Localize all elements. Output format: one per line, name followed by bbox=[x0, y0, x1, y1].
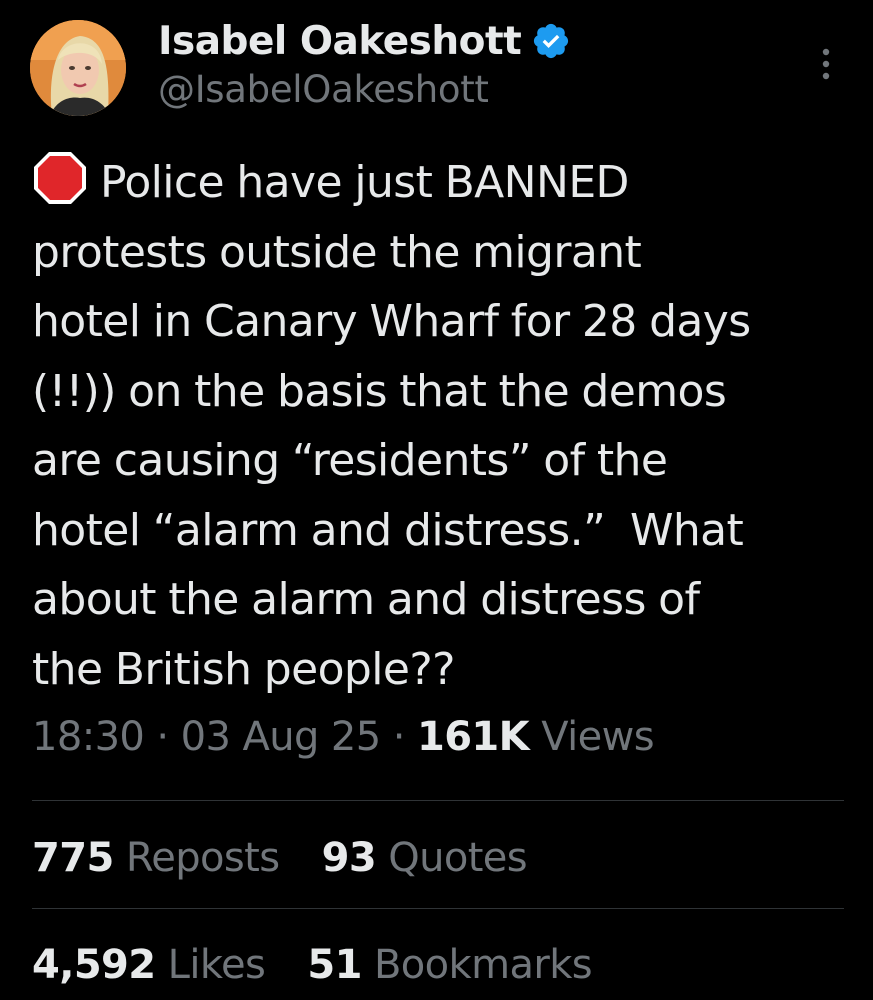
author-handle[interactable]: @IsabelOakeshott bbox=[158, 68, 571, 111]
views-label: Views bbox=[541, 714, 654, 760]
tweet-text-line: Police have just BANNED bbox=[32, 148, 842, 218]
profile-photo-icon bbox=[30, 20, 126, 116]
likes-label: Likes bbox=[167, 942, 266, 988]
likes-stat[interactable]: 4,592 Likes bbox=[32, 942, 266, 988]
tweet-text-line-1: protests outside the migrant bbox=[32, 226, 642, 278]
bookmarks-label: Bookmarks bbox=[373, 942, 593, 988]
reposts-label: Reposts bbox=[125, 835, 280, 881]
avatar[interactable] bbox=[30, 20, 126, 116]
tweet-text-line-4: are causing “residents” of the bbox=[32, 435, 668, 486]
more-options-icon[interactable] bbox=[820, 44, 832, 84]
tweet-meta: 18:30 · 03 Aug 25 · 161K Views bbox=[32, 714, 655, 760]
reposts-stat[interactable]: 775 Reposts bbox=[32, 835, 280, 881]
engagement-stats-row-2: 4,592 Likes 51 Bookmarks bbox=[32, 942, 622, 988]
tweet-date[interactable]: 03 Aug 25 bbox=[181, 714, 382, 760]
verified-badge-icon[interactable] bbox=[531, 21, 571, 61]
meta-separator: · bbox=[156, 714, 169, 760]
tweet-time[interactable]: 18:30 bbox=[32, 714, 145, 760]
display-name-row: Isabel Oakeshott bbox=[158, 16, 571, 66]
likes-count: 4,592 bbox=[32, 942, 156, 988]
tweet-text-line-2: hotel in Canary Wharf for 28 days bbox=[32, 296, 751, 347]
meta-separator: · bbox=[392, 714, 406, 760]
quotes-count: 93 bbox=[321, 835, 377, 881]
tweet-text-line-6: about the alarm and distress of bbox=[32, 574, 700, 625]
stop-sign-icon bbox=[34, 152, 86, 204]
engagement-stats-row-1: 775 Reposts 93 Quotes bbox=[32, 835, 557, 881]
reposts-count: 775 bbox=[32, 835, 114, 881]
tweet-text: Police have just BANNED protests outside… bbox=[32, 148, 842, 704]
tweet-detail: Isabel Oakeshott @IsabelOakeshott Police… bbox=[0, 0, 873, 1000]
tweet-text-line-5: hotel “alarm and distress.” What bbox=[32, 504, 744, 556]
author-names: Isabel Oakeshott @IsabelOakeshott bbox=[158, 16, 571, 111]
tweet-header: Isabel Oakeshott @IsabelOakeshott bbox=[30, 16, 850, 120]
bookmarks-stat[interactable]: 51 Bookmarks bbox=[307, 942, 592, 988]
views-count: 161K bbox=[416, 714, 530, 760]
quotes-label: Quotes bbox=[388, 835, 528, 881]
quotes-stat[interactable]: 93 Quotes bbox=[321, 835, 528, 881]
bookmarks-count: 51 bbox=[307, 942, 362, 988]
tweet-text-line-0: Police have just BANNED bbox=[100, 157, 629, 208]
divider bbox=[32, 800, 844, 801]
tweet-text-line-3: (!!)) on the basis that the demos bbox=[32, 365, 727, 417]
tweet-text-line-7: the British people?? bbox=[32, 643, 455, 695]
divider bbox=[32, 908, 844, 909]
display-name[interactable]: Isabel Oakeshott bbox=[158, 19, 522, 64]
